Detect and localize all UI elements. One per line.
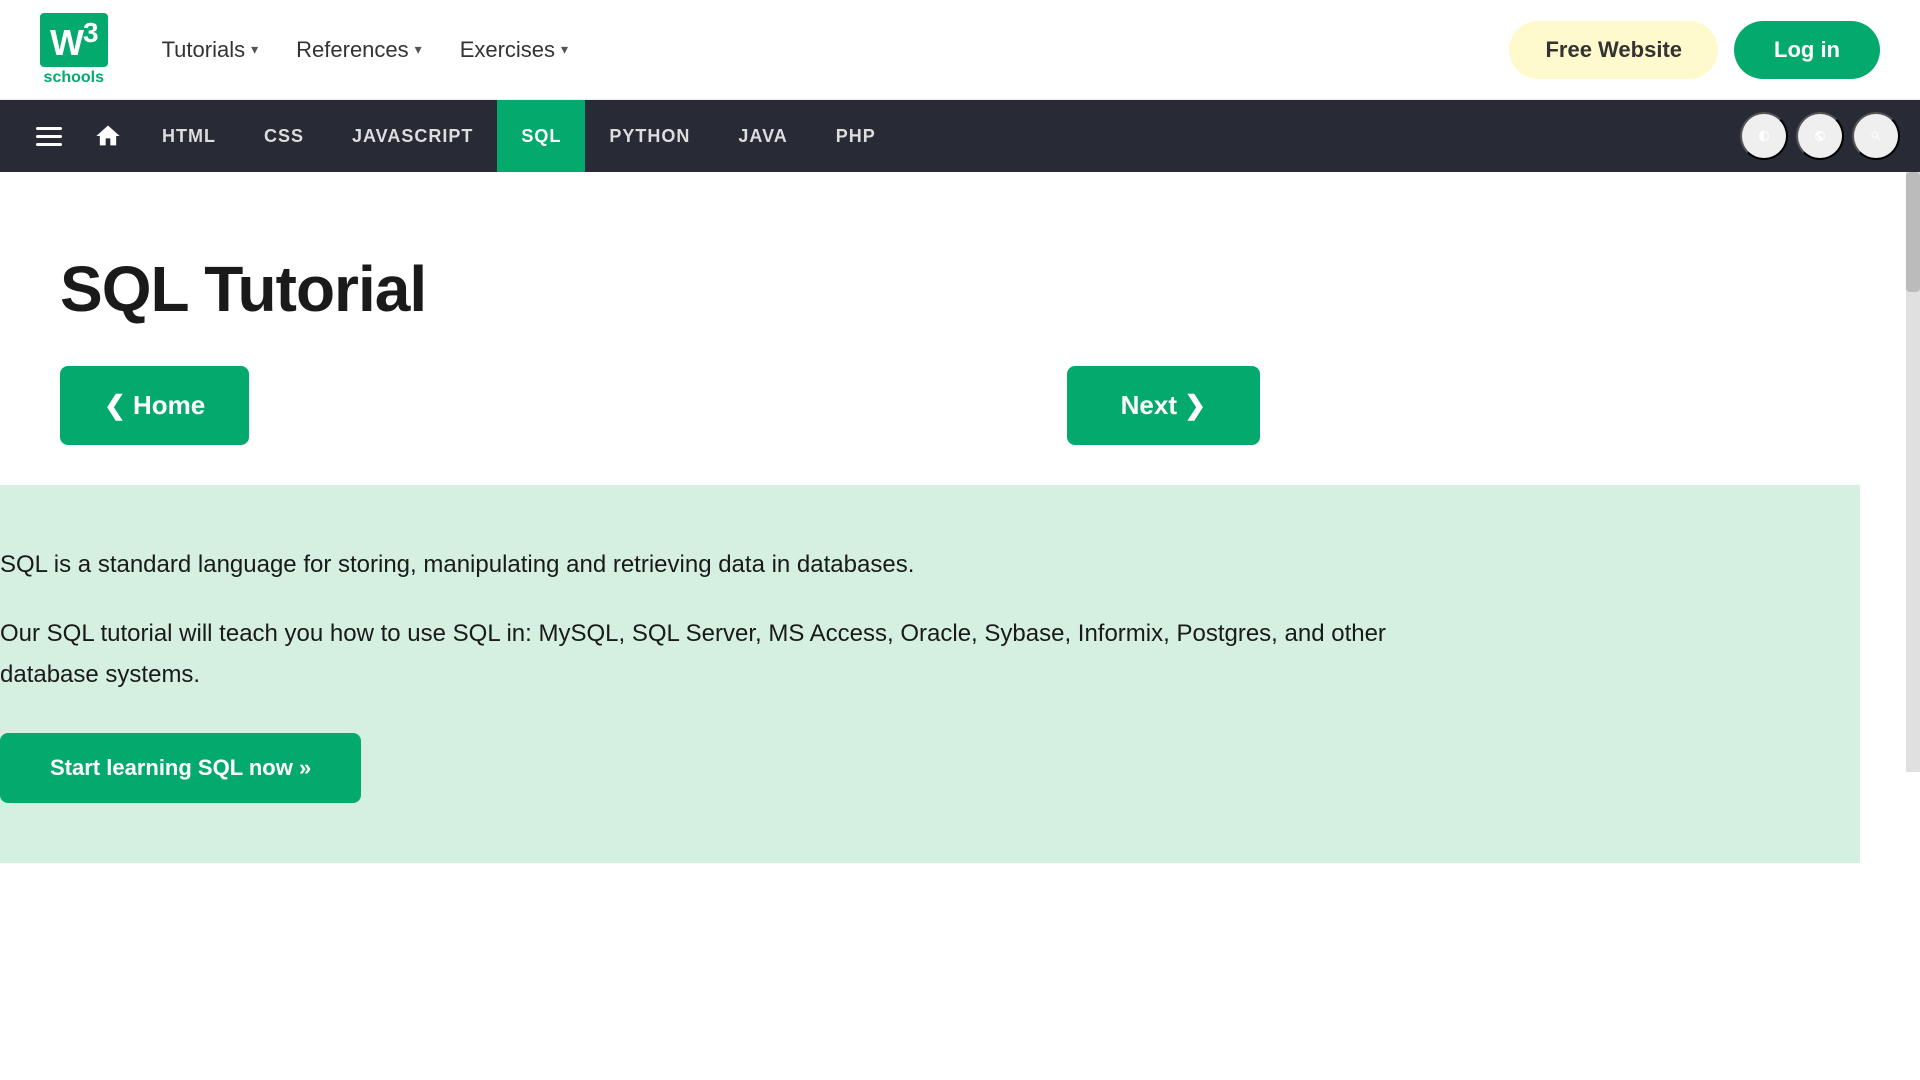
free-website-button[interactable]: Free Website xyxy=(1509,21,1718,79)
nav-link-javascript[interactable]: JAVASCRIPT xyxy=(328,100,497,172)
nav-buttons: ❮ Home Next ❯ xyxy=(60,366,1340,445)
language-button[interactable] xyxy=(1796,112,1844,160)
logo-area[interactable]: W3 schools xyxy=(40,13,108,87)
nav-link-python[interactable]: PYTHON xyxy=(585,100,714,172)
info-section: SQL is a standard language for storing, … xyxy=(0,485,1860,863)
exercises-label: Exercises xyxy=(460,37,555,63)
top-menu: Tutorials ▾ References ▾ Exercises ▾ xyxy=(148,29,1510,71)
tutorials-menu-item[interactable]: Tutorials ▾ xyxy=(148,29,273,71)
tutorials-label: Tutorials xyxy=(162,37,246,63)
references-chevron-icon: ▾ xyxy=(415,41,422,58)
exercises-menu-item[interactable]: Exercises ▾ xyxy=(446,29,582,71)
exercises-chevron-icon: ▾ xyxy=(561,41,568,58)
scrollbar-thumb[interactable] xyxy=(1906,172,1920,292)
references-menu-item[interactable]: References ▾ xyxy=(282,29,436,71)
contrast-icon xyxy=(1758,123,1770,149)
home-icon xyxy=(94,122,122,150)
search-button[interactable] xyxy=(1852,112,1900,160)
references-label: References xyxy=(296,37,409,63)
hamburger-line-3 xyxy=(36,143,62,146)
search-icon xyxy=(1870,123,1882,149)
home-nav-button[interactable] xyxy=(78,112,138,160)
nav-link-html[interactable]: HTML xyxy=(138,100,240,172)
tutorials-chevron-icon: ▾ xyxy=(251,41,258,58)
info-text-2: Our SQL tutorial will teach you how to u… xyxy=(0,614,1400,696)
next-nav-button[interactable]: Next ❯ xyxy=(1067,366,1260,445)
scrollbar-track[interactable] xyxy=(1906,172,1920,772)
w3-logo: W3 xyxy=(40,13,108,67)
nav-links: HTML CSS JAVASCRIPT SQL PYTHON JAVA PHP xyxy=(138,100,1740,172)
hamburger-button[interactable] xyxy=(20,117,78,156)
home-nav-button[interactable]: ❮ Home xyxy=(60,366,249,445)
top-navbar: W3 schools Tutorials ▾ References ▾ Exer… xyxy=(0,0,1920,100)
login-button[interactable]: Log in xyxy=(1734,21,1880,79)
info-text-1: SQL is a standard language for storing, … xyxy=(0,545,1400,586)
nav-link-sql[interactable]: SQL xyxy=(497,100,585,172)
globe-icon xyxy=(1814,123,1826,149)
logo-w-text: W xyxy=(50,22,83,63)
nav-link-java[interactable]: JAVA xyxy=(714,100,811,172)
start-learning-button[interactable]: Start learning SQL now » xyxy=(0,733,361,803)
hamburger-line-1 xyxy=(36,127,62,130)
hamburger-line-2 xyxy=(36,135,62,138)
nav-right-icons xyxy=(1740,112,1900,160)
main-content: SQL Tutorial ❮ Home Next ❯ xyxy=(0,172,1400,445)
nav-link-php[interactable]: PHP xyxy=(812,100,900,172)
page-title: SQL Tutorial xyxy=(60,252,1340,326)
top-nav-right: Free Website Log in xyxy=(1509,21,1880,79)
logo-schools-text: schools xyxy=(44,69,104,87)
logo-superscript: 3 xyxy=(83,17,98,48)
theme-toggle-button[interactable] xyxy=(1740,112,1788,160)
nav-link-css[interactable]: CSS xyxy=(240,100,328,172)
secondary-navbar: HTML CSS JAVASCRIPT SQL PYTHON JAVA PHP xyxy=(0,100,1920,172)
